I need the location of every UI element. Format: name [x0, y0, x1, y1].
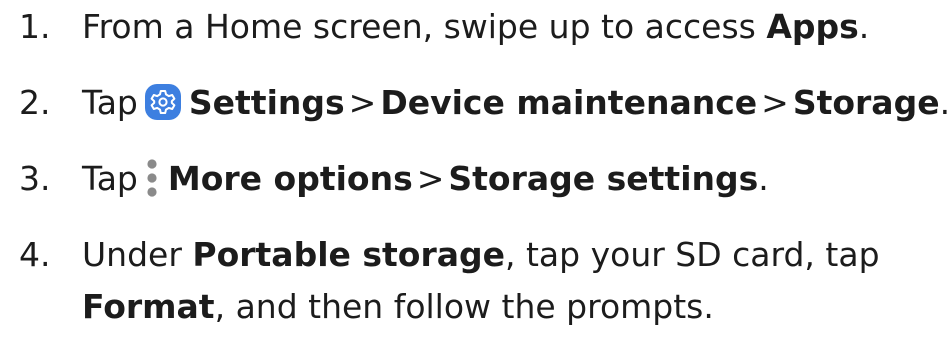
settings-label: Settings	[188, 83, 345, 122]
device-maintenance-label: Device maintenance	[380, 83, 758, 122]
chevron-separator: >	[348, 83, 377, 122]
step-text: Tap More options > Storage settings.	[82, 153, 769, 205]
storage-settings-label: Storage settings	[448, 159, 759, 198]
settings-gear-icon	[144, 83, 182, 121]
step-number: 2.	[19, 83, 51, 122]
format-label: Format	[82, 287, 215, 326]
chevron-separator: >	[761, 83, 789, 122]
step-text-part: , tap your SD card, tap	[505, 235, 880, 274]
chevron-separator: >	[416, 159, 445, 198]
step-text-part: , and then follow the prompts.	[214, 287, 714, 326]
storage-label: Storage	[792, 83, 940, 122]
instruction-steps: 1. From a Home screen, swipe up to acces…	[0, 0, 949, 361]
step-number: 4.	[19, 235, 51, 274]
step-text-part: From a Home screen, swipe up to access	[82, 7, 767, 46]
more-options-label: More options	[167, 159, 413, 198]
step-text: From a Home screen, swipe up to access A…	[82, 1, 869, 53]
apps-label: Apps	[766, 7, 859, 46]
portable-storage-label: Portable storage	[192, 235, 506, 274]
step-text-part: .	[758, 159, 769, 198]
step-number: 3.	[19, 159, 51, 198]
step-number: 1.	[19, 7, 51, 46]
more-options-icon	[146, 158, 158, 198]
step-text-part: .	[858, 7, 870, 46]
step-text-part: Tap	[82, 83, 138, 122]
step-text-part: Tap	[82, 159, 138, 198]
step-text-part: .	[940, 83, 949, 122]
step-text: Under Portable storage, tap your SD card…	[82, 229, 880, 333]
step-text: Tap Settings>Device maintenance>Storage.	[82, 77, 949, 129]
step-text-part: Under	[82, 235, 193, 274]
